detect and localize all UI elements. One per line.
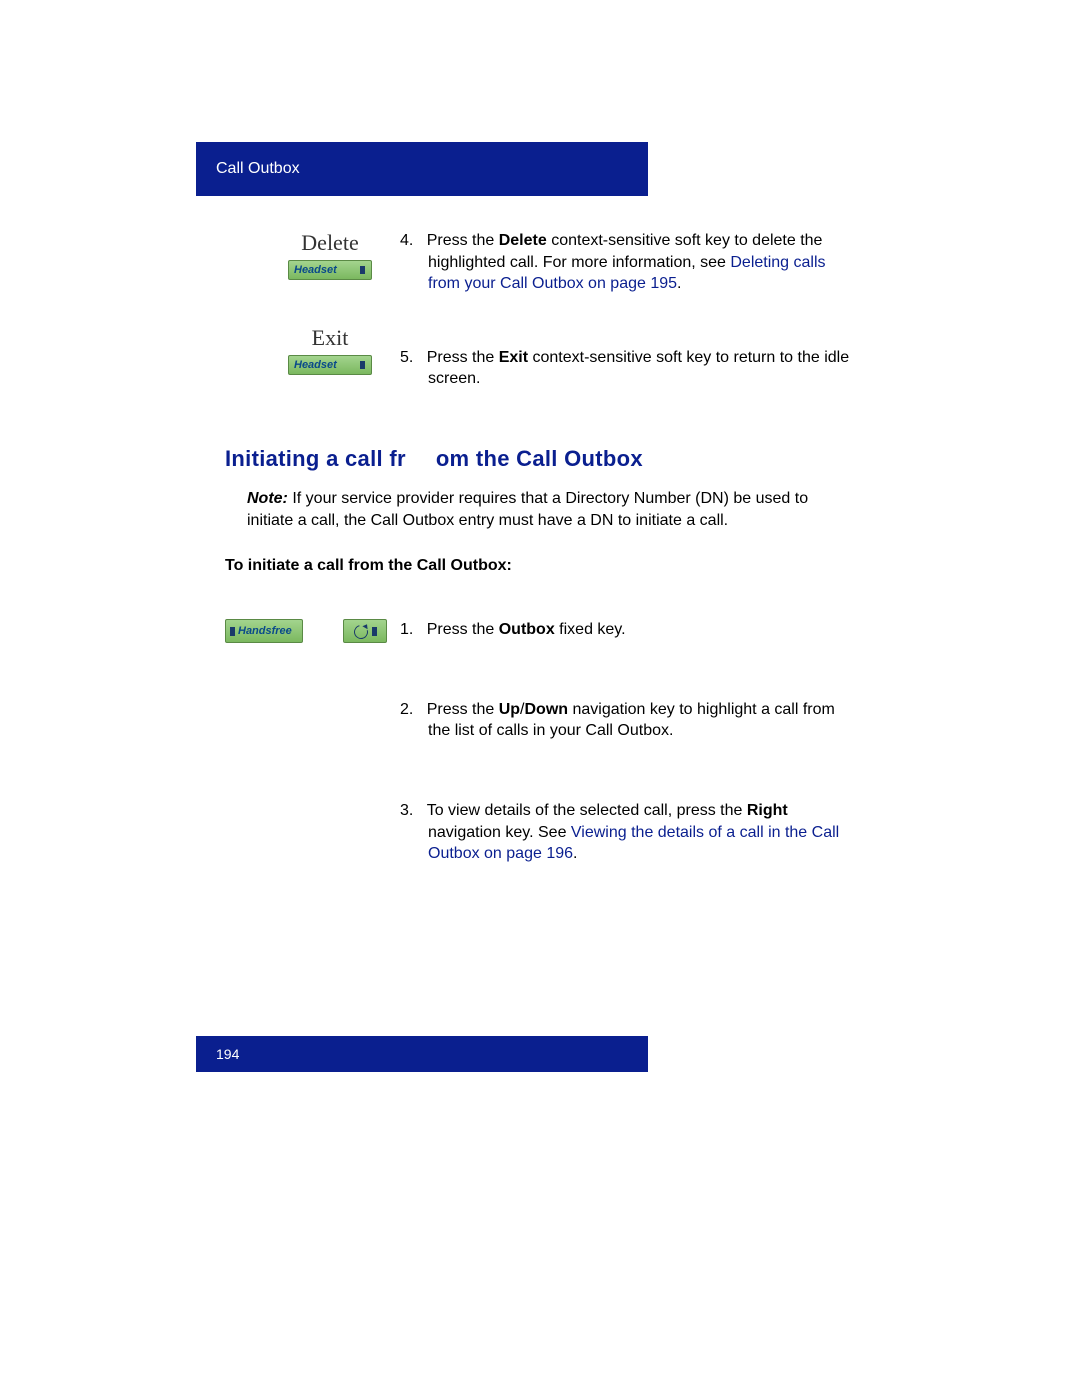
sub-heading: To initiate a call from the Call Outbox: [225,557,855,575]
handsfree-indicator-icon [230,627,235,636]
step-1: 1. Press the Outbox fixed key. [400,619,855,641]
page-number: 194 [216,1046,239,1062]
exit-key-group: Exit Headset [225,325,400,375]
step-num: 3. [400,802,413,819]
softkey-indicator-icon [360,361,365,369]
handsfree-button-text: Handsfree [238,625,292,637]
outbox-fixed-key [343,619,387,643]
delete-key-label: Delete [285,230,375,256]
headset-softkey-exit: Headset [288,355,372,375]
note-block: Note: If your service provider requires … [225,488,855,531]
softkey-indicator-icon [360,266,365,274]
exit-key-label: Exit [285,325,375,351]
step-4-row: Delete Headset 4. Press the Delete conte… [225,230,855,295]
note-label: Note: [247,490,288,507]
delete-key-group: Delete Headset [225,230,400,280]
page-content: Delete Headset 4. Press the Delete conte… [225,230,855,865]
step-5-row: Exit Headset 5. Press the Exit context-s… [225,325,855,390]
section-heading: Initiating a call from the Call Outbox [225,446,855,472]
step-num: 4. [400,232,413,249]
step-2: 2. Press the Up/Down navigation key to h… [400,699,855,742]
step-5-text: 5. Press the Exit context-sensitive soft… [400,325,855,390]
step-4-text: 4. Press the Delete context-sensitive so… [400,230,855,295]
handsfree-button: Handsfree [225,619,303,643]
initiate-steps-row: Handsfree 1. Press the Outbox fixed key.… [225,619,855,865]
step-num: 1. [400,621,413,638]
outbox-icon [354,625,368,637]
header-bar: Call Outbox [196,142,648,196]
step-num: 2. [400,701,413,718]
footer-bar: 194 [196,1036,648,1072]
headset-softkey-text: Headset [294,264,337,276]
header-breadcrumb: Call Outbox [216,160,300,178]
initiate-steps: 1. Press the Outbox fixed key. 2. Press … [400,619,855,865]
handsfree-key-group: Handsfree [225,619,400,643]
step-num: 5. [400,349,413,366]
headset-softkey-text: Headset [294,359,337,371]
step-3: 3. To view details of the selected call,… [400,800,855,865]
outbox-indicator-icon [372,627,377,636]
headset-softkey-delete: Headset [288,260,372,280]
